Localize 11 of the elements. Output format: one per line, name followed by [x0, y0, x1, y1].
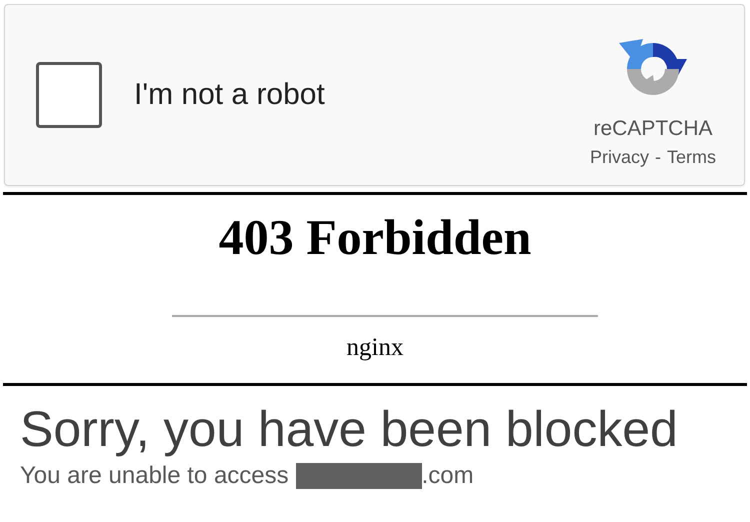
terms-link[interactable]: Terms	[667, 146, 716, 168]
privacy-link[interactable]: Privacy	[590, 146, 649, 168]
link-separator: -	[655, 146, 661, 168]
block-heading: Sorry, you have been blocked	[20, 400, 679, 458]
captcha-label: I'm not a robot	[134, 78, 325, 112]
error-title: 403 Forbidden	[218, 208, 532, 267]
server-name: nginx	[346, 333, 404, 363]
recaptcha-brand: reCAPTCHA	[593, 116, 712, 140]
block-message: You are unable to access	[20, 462, 289, 490]
captcha-checkbox[interactable]	[36, 62, 102, 128]
domain-suffix: .com	[422, 462, 474, 490]
